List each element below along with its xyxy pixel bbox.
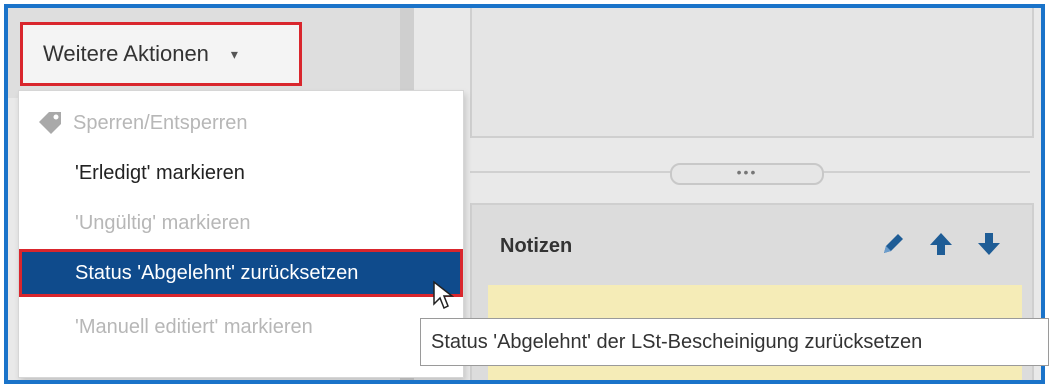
- splitter-handle[interactable]: •••: [670, 163, 824, 185]
- pencil-icon[interactable]: [880, 231, 906, 264]
- notes-toolbar: [880, 231, 1002, 264]
- menu-item-lock-unlock[interactable]: Sperren/Entsperren: [19, 99, 463, 147]
- upper-panel: [470, 8, 1034, 138]
- more-actions-menu: Sperren/Entsperren 'Erledigt' markieren …: [18, 90, 464, 378]
- menu-item-label: Sperren/Entsperren: [73, 111, 248, 134]
- menu-item-label: 'Manuell editiert' markieren: [75, 315, 313, 338]
- menu-item-mark-invalid[interactable]: 'Ungültig' markieren: [19, 199, 463, 247]
- mouse-cursor-icon: [432, 280, 455, 317]
- menu-item-label: Status 'Abgelehnt' zurücksetzen: [75, 261, 359, 284]
- tooltip-text: Status 'Abgelehnt' der LSt-Bescheinigung…: [431, 330, 923, 353]
- more-actions-button[interactable]: Weitere Aktionen ▾: [20, 22, 302, 86]
- menu-item-label: 'Ungültig' markieren: [75, 211, 251, 234]
- more-actions-label: Weitere Aktionen: [43, 41, 209, 66]
- arrow-down-icon[interactable]: [976, 231, 1002, 264]
- menu-item-mark-manually-edited[interactable]: 'Manuell editiert' markieren: [19, 303, 463, 351]
- menu-item-reset-rejected[interactable]: Status 'Abgelehnt' zurücksetzen: [19, 249, 463, 297]
- caret-down-icon: ▾: [230, 45, 238, 62]
- notes-title: Notizen: [500, 235, 573, 257]
- menu-item-label: 'Erledigt' markieren: [75, 161, 245, 184]
- tag-icon: [37, 110, 63, 136]
- tooltip: Status 'Abgelehnt' der LSt-Bescheinigung…: [420, 318, 1049, 366]
- menu-item-mark-done[interactable]: 'Erledigt' markieren: [19, 149, 463, 197]
- arrow-up-icon[interactable]: [928, 231, 954, 264]
